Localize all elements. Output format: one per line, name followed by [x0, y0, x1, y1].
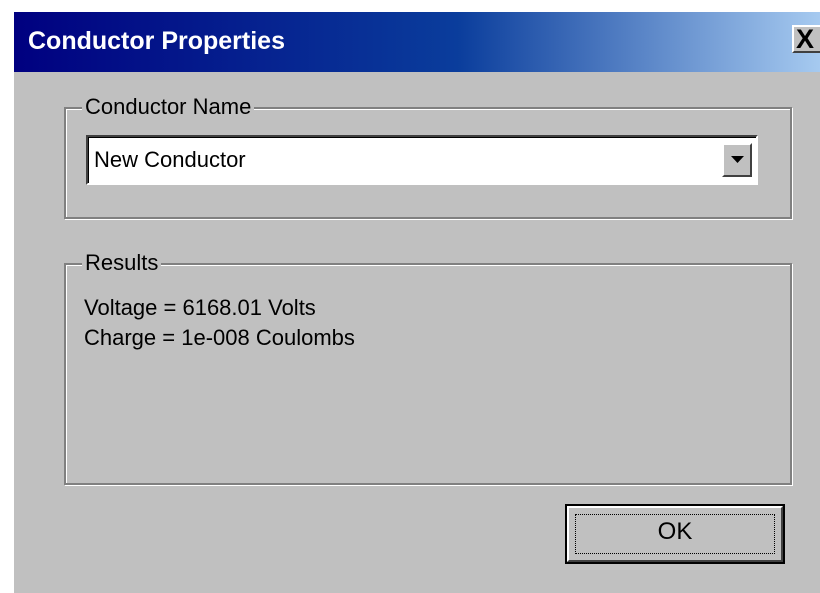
results-group: Results Voltage = 6168.01 Volts Charge =… [64, 249, 792, 485]
title-bar[interactable]: Conductor Properties X [14, 12, 820, 72]
close-button[interactable]: X [792, 24, 820, 54]
conductor-name-value: New Conductor [94, 147, 246, 172]
ok-button-label: OK [657, 518, 693, 545]
close-icon: X [796, 24, 815, 54]
charge-result: Charge = 1e-008 Coulombs [84, 325, 355, 350]
conductor-properties-dialog: Conductor Properties X Conductor Name Ne… [12, 10, 820, 593]
window-title: Conductor Properties [28, 27, 285, 55]
voltage-result: Voltage = 6168.01 Volts [84, 295, 316, 320]
results-legend: Results [82, 249, 162, 277]
conductor-name-group: Conductor Name New Conductor [64, 93, 792, 219]
conductor-name-legend: Conductor Name [82, 93, 255, 121]
chevron-down-icon [731, 156, 744, 163]
conductor-name-combobox[interactable]: New Conductor [86, 135, 758, 185]
ok-button[interactable]: OK [565, 504, 785, 564]
dropdown-button[interactable] [722, 143, 752, 177]
